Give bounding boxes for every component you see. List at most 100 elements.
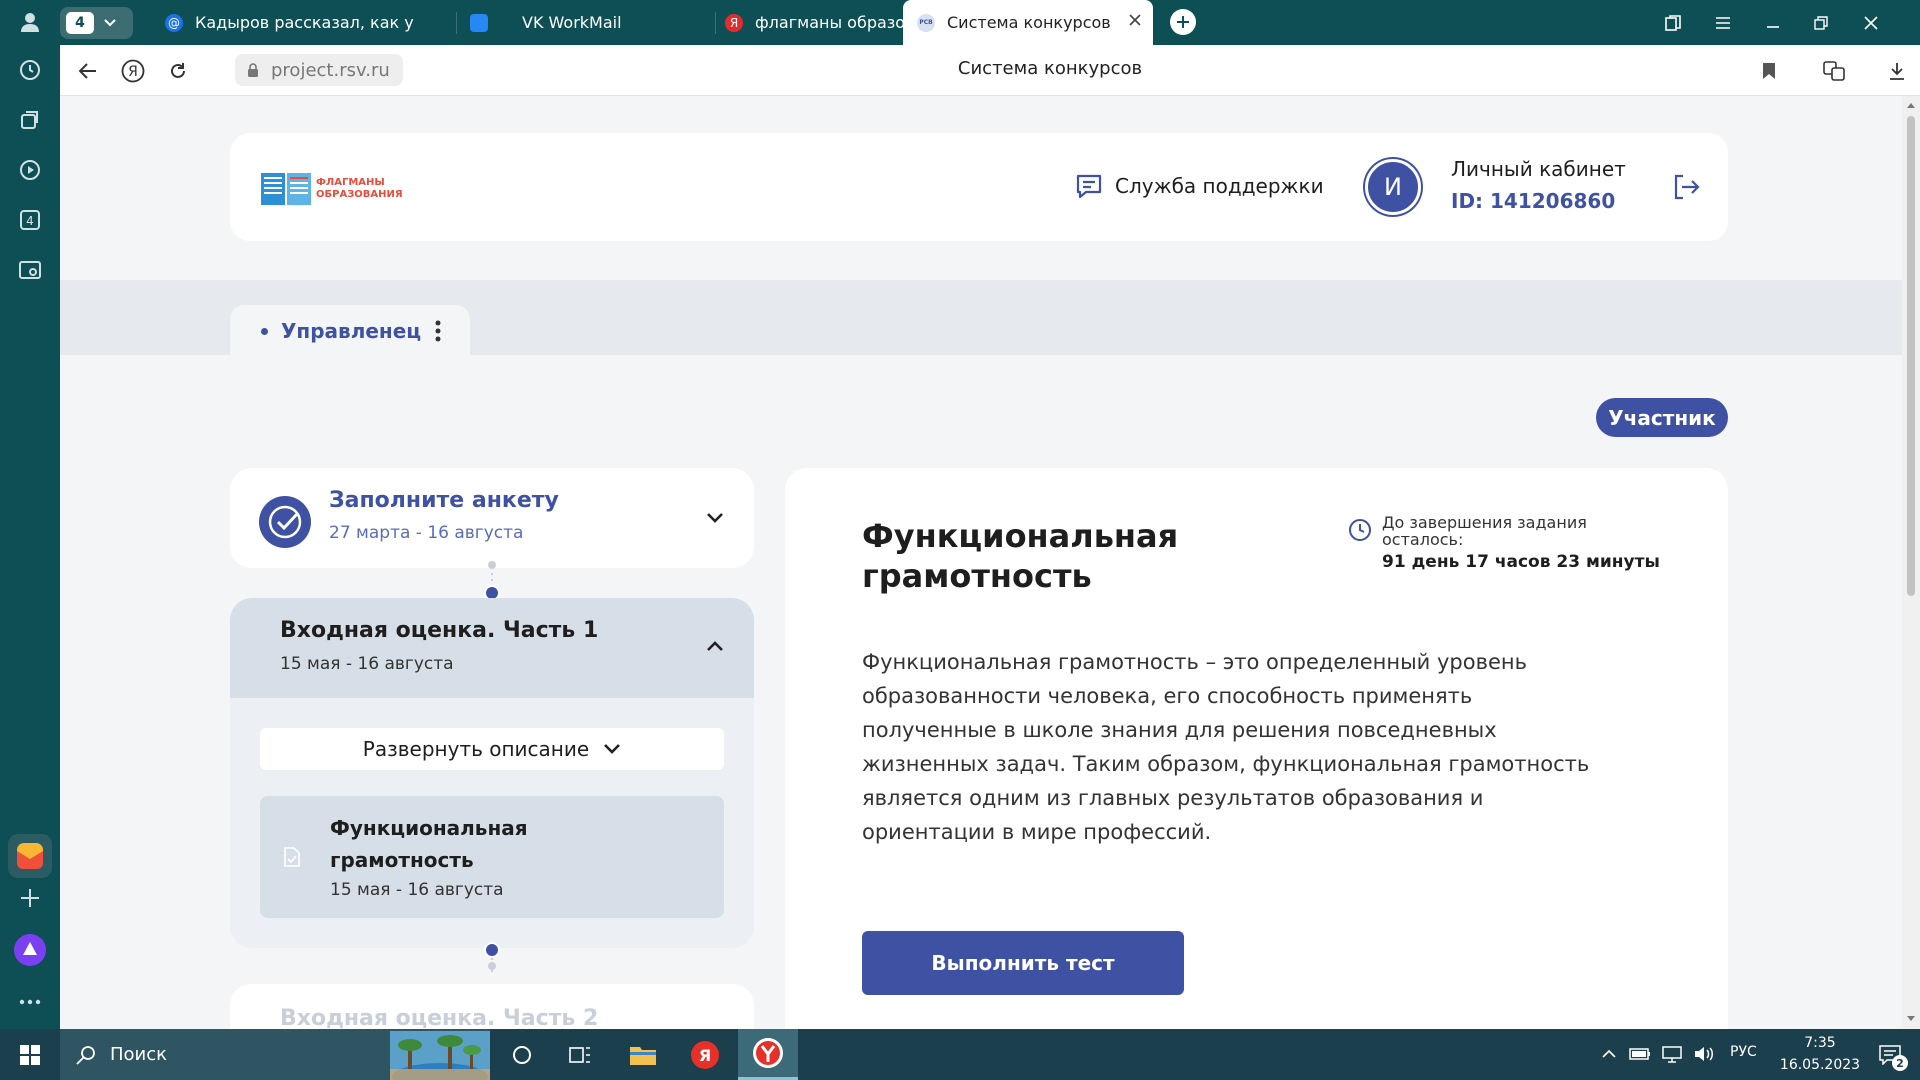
tab-title: VK WorkMail <box>522 13 622 32</box>
clock-time: 7:35 <box>1804 1035 1836 1051</box>
cabinet-title[interactable]: Личный кабинет <box>1451 157 1626 181</box>
search-placeholder: Поиск <box>110 1044 168 1065</box>
screenshot-icon[interactable] <box>0 250 60 290</box>
tab-separator <box>456 12 457 34</box>
notification-center-icon[interactable]: 2 <box>1870 1039 1910 1071</box>
browser-sidebar: 4 <box>0 0 60 1029</box>
clock-icon <box>1349 519 1371 541</box>
mail-app-icon[interactable] <box>8 834 52 878</box>
tab-separator <box>715 12 716 34</box>
battery-icon[interactable] <box>1626 1041 1654 1067</box>
logo-text: ФЛАГМАНЫ ОБРАЗОВАНИЯ <box>316 177 403 201</box>
more-icon[interactable] <box>0 982 60 1022</box>
timeline-connector <box>484 561 500 601</box>
clock[interactable]: 7:35 16.05.2023 <box>1774 1032 1866 1076</box>
task-detail-panel: Функциональная грамотность До завершения… <box>785 468 1728 1029</box>
bookmark-icon[interactable] <box>1755 57 1783 85</box>
new-tab-button[interactable] <box>1170 9 1196 35</box>
time-left: 91 день 17 часов 23 минуты <box>1382 552 1660 572</box>
logout-icon[interactable] <box>1672 174 1700 200</box>
site-header: ФЛАГМАНЫ ОБРАЗОВАНИЯ Служба поддержки И … <box>230 133 1728 241</box>
description-line: ориентации в мире профессий. <box>862 820 1212 844</box>
svg-text:4: 4 <box>26 214 34 228</box>
user-id: ID: 141206860 <box>1451 189 1616 213</box>
search-highlight-image <box>390 1031 490 1080</box>
search-icon <box>76 1045 95 1065</box>
yandex-browser-icon[interactable]: Я <box>678 1029 732 1080</box>
chevron-down-icon[interactable] <box>706 512 724 524</box>
avatar[interactable]: И <box>1365 159 1421 215</box>
site-logo[interactable]: ФЛАГМАНЫ ОБРАЗОВАНИЯ <box>260 171 403 207</box>
profile-icon[interactable] <box>0 2 60 42</box>
tab-news[interactable]: @ Кадыров рассказал, как у <box>165 0 453 45</box>
tab-groups-icon[interactable]: 4 <box>0 200 60 240</box>
page-title: Система конкурсов <box>957 58 1143 79</box>
task-title-line: Функциональная <box>862 517 1179 555</box>
stage-card-assessment-2[interactable]: Входная оценка. Часть 2 <box>230 984 754 1029</box>
taskbar-search-box[interactable]: Поиск <box>60 1029 490 1080</box>
tab-counter-button[interactable]: 4 <box>60 7 133 39</box>
close-window-icon[interactable] <box>1858 10 1884 36</box>
page-viewport: ФЛАГМАНЫ ОБРАЗОВАНИЯ Служба поддержки И … <box>60 96 1902 1029</box>
role-tab-label: Управленец <box>281 319 422 343</box>
video-icon[interactable] <box>0 150 60 190</box>
stage-header[interactable]: Входная оценка. Часть 1 15 мая - 16 авгу… <box>230 598 754 698</box>
svg-text:Я: Я <box>128 64 138 80</box>
windows-taskbar: Поиск Я РУС 7:35 16.05.2023 2 <box>0 1029 1920 1080</box>
task-view-icon[interactable] <box>554 1029 606 1080</box>
chevron-up-icon[interactable] <box>706 640 724 652</box>
volume-icon[interactable] <box>1690 1041 1718 1067</box>
yandex-icon[interactable]: Я <box>118 56 148 86</box>
timeline-connector <box>484 942 500 974</box>
file-explorer-icon[interactable] <box>616 1029 670 1080</box>
kebab-menu-icon[interactable] <box>435 320 441 342</box>
notification-count-badge: 2 <box>1892 1055 1908 1071</box>
scrollbar-thumb[interactable] <box>1907 116 1915 596</box>
yandex-browser-active-icon[interactable] <box>738 1029 798 1080</box>
take-test-button[interactable]: Выполнить тест <box>862 931 1184 995</box>
collections-icon[interactable] <box>0 100 60 140</box>
history-icon[interactable] <box>0 50 60 90</box>
task-title-line: грамотность <box>862 557 1092 595</box>
stage-card-questionnaire[interactable]: Заполните анкету 27 марта - 16 августа <box>230 468 754 568</box>
stage-title: Входная оценка. Часть 1 <box>280 618 599 643</box>
alice-icon[interactable] <box>0 930 60 970</box>
chevron-up-icon[interactable] <box>1598 1041 1620 1067</box>
task-description: Функциональная грамотность – это определ… <box>862 645 1682 849</box>
tab-vk-workmail[interactable]: VK WorkMail <box>470 0 710 45</box>
task-item-title-line: грамотность <box>330 848 474 872</box>
restore-icon[interactable] <box>1808 10 1834 36</box>
role-tab-manager[interactable]: Управленец <box>230 305 470 357</box>
minimize-icon[interactable] <box>1760 10 1786 36</box>
bookmarks-panel-icon[interactable] <box>1660 10 1686 36</box>
page-scrollbar[interactable] <box>1902 96 1920 1029</box>
description-line: полученные в школе знания для решения по… <box>862 718 1497 742</box>
stage-card-assessment-1: Входная оценка. Часть 1 15 мая - 16 авгу… <box>230 598 754 948</box>
cortana-icon[interactable] <box>496 1029 548 1080</box>
deadline-caption: До завершения задания осталось: <box>1382 514 1587 548</box>
download-icon[interactable] <box>1883 57 1911 85</box>
support-link[interactable]: Служба поддержки <box>1075 173 1324 199</box>
scroll-up-icon[interactable] <box>1907 102 1915 108</box>
network-icon[interactable] <box>1658 1041 1686 1067</box>
expand-description-button[interactable]: Развернуть описание <box>260 728 724 770</box>
language-indicator[interactable]: РУС <box>1730 1044 1757 1060</box>
url-field[interactable]: project.rsv.ru <box>235 54 403 86</box>
scroll-down-icon[interactable] <box>1907 1016 1915 1022</box>
url-text: project.rsv.ru <box>271 59 390 81</box>
translate-icon[interactable] <box>1820 57 1848 85</box>
check-circle-icon <box>259 496 311 548</box>
book-logo-icon <box>261 173 311 205</box>
deadline-caption-line: осталось: <box>1382 530 1464 549</box>
back-icon[interactable] <box>74 57 102 85</box>
tab-favicon-icon: РСВ <box>917 13 935 32</box>
add-panel-icon[interactable] <box>0 878 60 918</box>
task-item-functional-literacy[interactable]: Функциональная грамотность 15 мая - 16 а… <box>260 796 724 918</box>
clock-date: 16.05.2023 <box>1779 1057 1861 1073</box>
tab-active-contests[interactable]: РСВ Система конкурсов <box>903 0 1153 45</box>
logo-line-1: ФЛАГМАНЫ <box>316 177 385 188</box>
reload-icon[interactable] <box>164 57 192 85</box>
close-tab-icon[interactable] <box>1129 14 1141 26</box>
windows-start-icon[interactable] <box>0 1029 60 1080</box>
menu-icon[interactable] <box>1710 10 1736 36</box>
